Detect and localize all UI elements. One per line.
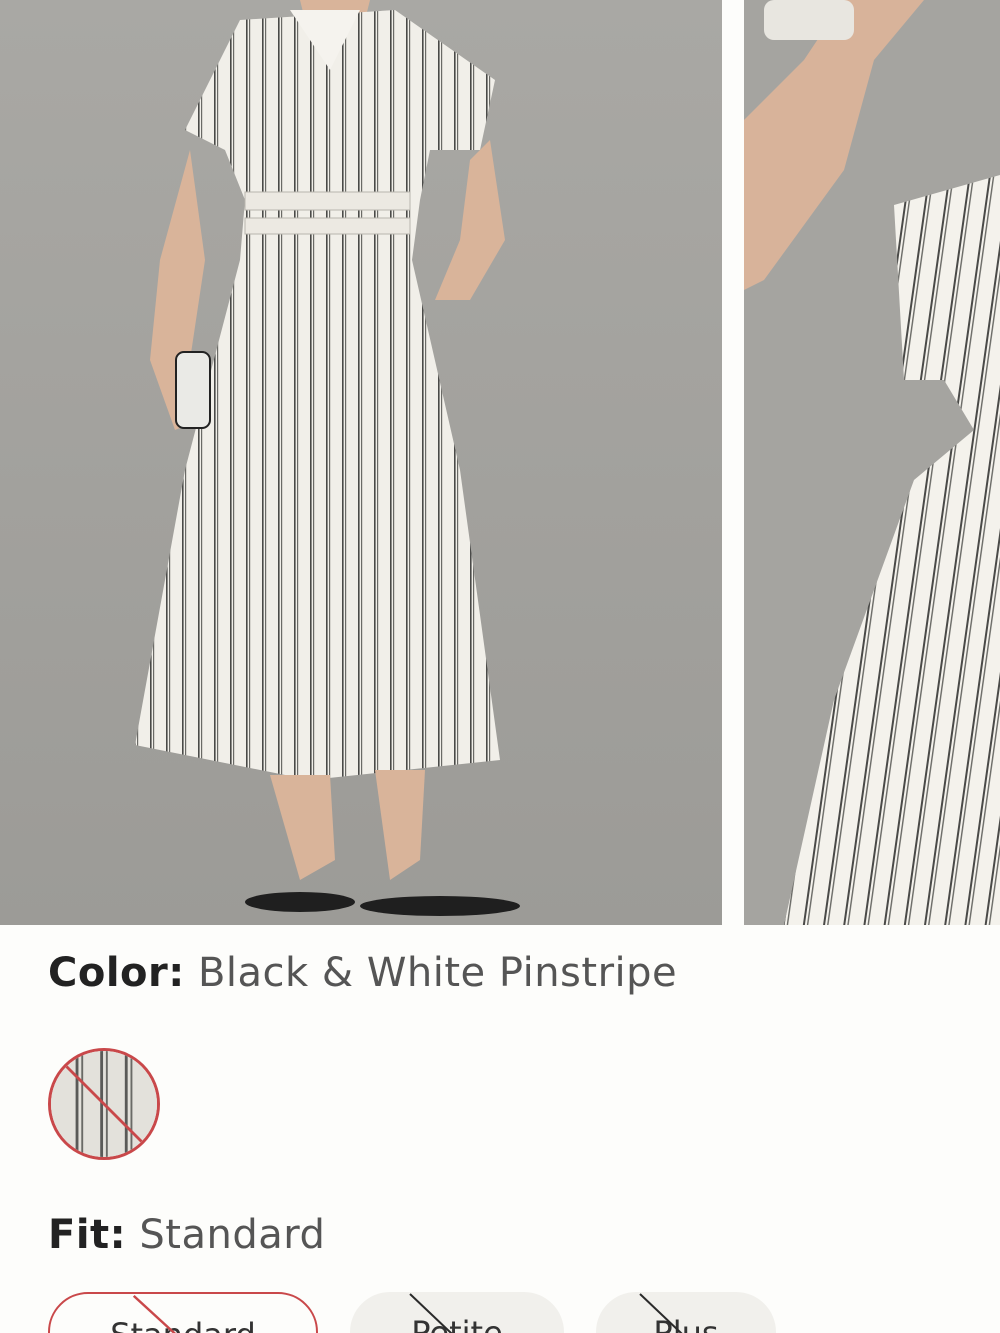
product-page: Color: Black & White Pinstripe Fit: Stan… (0, 0, 1000, 1333)
fit-option-label: Petite (411, 1314, 503, 1333)
color-label: Color: (48, 950, 185, 996)
model-full-length-image (0, 0, 722, 925)
fit-option-plus[interactable]: Plus (596, 1292, 776, 1333)
product-image-carousel[interactable] (0, 0, 1000, 925)
color-swatch-black-white-pinstripe[interactable] (48, 1048, 160, 1160)
product-image-1[interactable] (0, 0, 722, 925)
model-detail-crop-image (744, 0, 1000, 925)
fit-label: Fit: (48, 1212, 127, 1258)
fit-option-label: Standard (110, 1316, 256, 1333)
fit-value: Standard (139, 1212, 326, 1258)
fit-selection-label: Fit: Standard (48, 1212, 325, 1258)
color-value: Black & White Pinstripe (197, 950, 678, 996)
pinstripe-swatch-icon (51, 1051, 157, 1157)
fit-option-standard[interactable]: Standard (48, 1292, 318, 1333)
fit-option-petite[interactable]: Petite (350, 1292, 564, 1333)
product-image-2[interactable] (744, 0, 1000, 925)
color-selection-label: Color: Black & White Pinstripe (48, 950, 677, 996)
fit-option-label: Plus (653, 1314, 719, 1333)
